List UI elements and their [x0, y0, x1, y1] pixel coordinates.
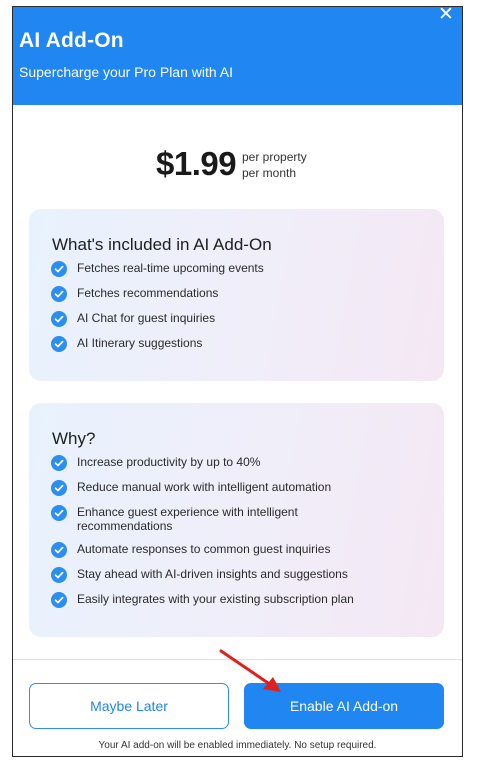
enable-ai-addon-button[interactable]: Enable AI Add-on	[244, 683, 444, 729]
why-list: Increase productivity by up to 40% Reduc…	[51, 454, 377, 616]
list-item: Stay ahead with AI-driven insights and s…	[51, 566, 377, 583]
list-item: AI Chat for guest inquiries	[51, 310, 264, 327]
why-card: Why? Increase productivity by up to 40% …	[29, 403, 444, 637]
check-circle-icon	[51, 336, 67, 352]
list-item: Automate responses to common guest inqui…	[51, 541, 377, 558]
list-item: Increase productivity by up to 40%	[51, 454, 377, 471]
check-circle-icon	[51, 480, 67, 496]
list-item: Enhance guest experience with intelligen…	[51, 504, 377, 533]
list-item-text: AI Chat for guest inquiries	[77, 311, 216, 325]
list-item-text: AI Itinerary suggestions	[77, 336, 203, 350]
list-item-text: Fetches recommendations	[77, 286, 219, 300]
included-list: Fetches real-time upcoming events Fetche…	[51, 260, 264, 360]
modal-title: AI Add-On	[19, 29, 124, 52]
list-item-text: Easily integrates with your existing sub…	[77, 592, 354, 606]
price-section: $1.99 per property per month	[13, 145, 462, 187]
footer-divider	[13, 659, 462, 660]
ai-addon-modal: AI Add-On Supercharge your Pro Plan with…	[12, 6, 463, 757]
check-circle-icon	[51, 567, 67, 583]
list-item-text: Automate responses to common guest inqui…	[77, 542, 331, 556]
check-circle-icon	[51, 286, 67, 302]
list-item: Fetches real-time upcoming events	[51, 260, 264, 277]
list-item-text: Fetches real-time upcoming events	[77, 261, 264, 275]
footer-note: Your AI add-on will be enabled immediate…	[98, 740, 377, 751]
list-item: Reduce manual work with intelligent auto…	[51, 479, 377, 496]
price-unit-line1: per property	[242, 150, 307, 164]
maybe-later-button[interactable]: Maybe Later	[29, 683, 229, 729]
included-card: What's included in AI Add-On Fetches rea…	[29, 209, 444, 381]
page: AI Add-On Supercharge your Pro Plan with…	[0, 0, 477, 769]
close-icon[interactable]: ✕	[436, 7, 456, 26]
check-circle-icon	[51, 455, 67, 471]
check-circle-icon	[51, 592, 67, 608]
list-item: AI Itinerary suggestions	[51, 335, 264, 352]
included-heading: What's included in AI Add-On	[52, 235, 272, 254]
modal-subtitle: Supercharge your Pro Plan with AI	[19, 64, 234, 80]
check-circle-icon	[51, 505, 67, 521]
why-heading: Why?	[52, 429, 96, 448]
check-circle-icon	[51, 542, 67, 558]
list-item: Easily integrates with your existing sub…	[51, 591, 377, 608]
list-item-text: Reduce manual work with intelligent auto…	[77, 480, 332, 494]
price-amount: $1.99	[156, 145, 237, 182]
list-item-text: Increase productivity by up to 40%	[77, 455, 261, 469]
list-item: Fetches recommendations	[51, 285, 264, 302]
price-unit: per property per month	[242, 149, 307, 181]
list-item-text: Stay ahead with AI-driven insights and s…	[77, 567, 348, 581]
check-circle-icon	[51, 261, 67, 277]
price-unit-line2: per month	[242, 166, 297, 180]
modal-header: AI Add-On Supercharge your Pro Plan with…	[13, 7, 462, 105]
check-circle-icon	[51, 311, 67, 327]
list-item-text: Enhance guest experience with intelligen…	[77, 505, 298, 533]
